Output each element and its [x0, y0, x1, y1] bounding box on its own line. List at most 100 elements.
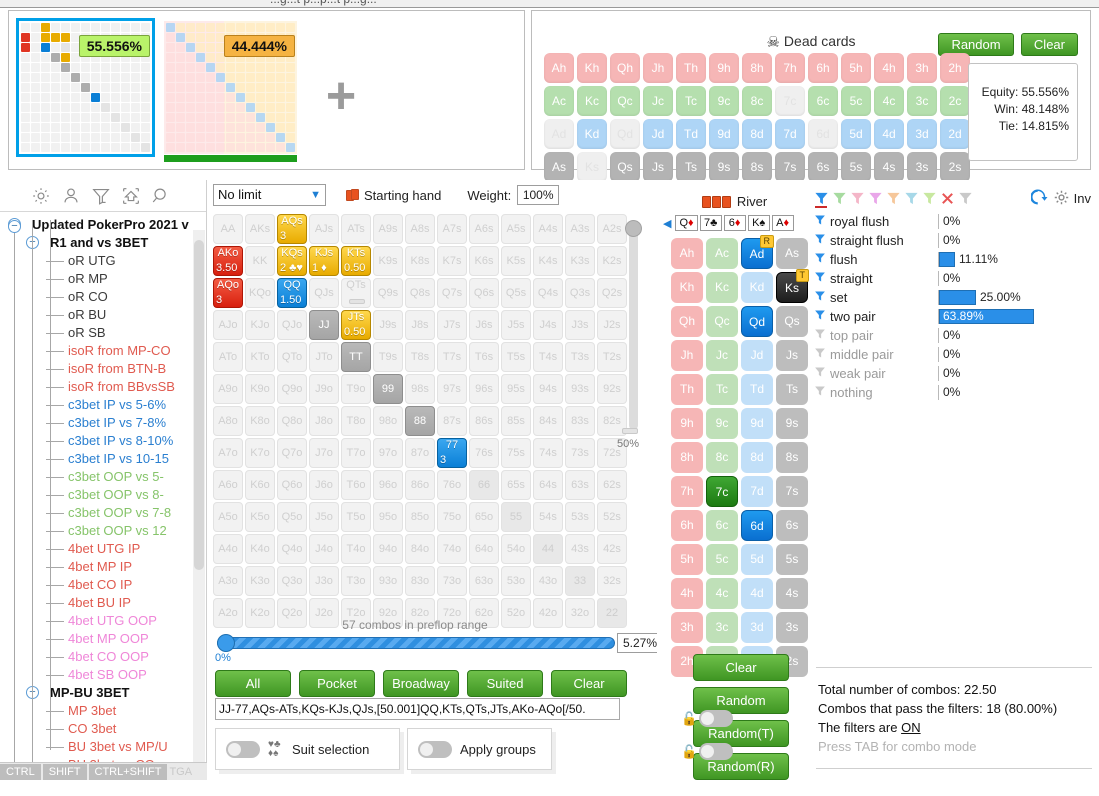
filter-icon[interactable]	[814, 328, 828, 343]
hand-cell-QQ[interactable]: QQ 1.50	[277, 278, 307, 308]
filter-icon[interactable]	[814, 347, 828, 362]
board-card-Qs[interactable]: Qs	[776, 306, 808, 337]
dead-card-5h[interactable]: 5h	[841, 53, 871, 83]
hand-cell-99[interactable]: 99	[373, 374, 403, 404]
hand-cell-J5o[interactable]: J5o	[309, 502, 339, 532]
hand-cell-66[interactable]: 66	[469, 470, 499, 500]
hand-cell-K6s[interactable]: K6s	[469, 246, 499, 276]
hand-cell-86o[interactable]: 86o	[405, 470, 435, 500]
filter-orange-icon[interactable]	[886, 191, 901, 206]
hand-cell-95o[interactable]: 95o	[373, 502, 403, 532]
hand-cell-54o[interactable]: 54o	[501, 534, 531, 564]
hslider-track[interactable]	[217, 637, 615, 649]
dead-card-Ac[interactable]: Ac	[544, 86, 574, 116]
hand-strength-row[interactable]: nothing 0%	[814, 383, 1097, 402]
vslider-knob[interactable]	[625, 220, 642, 237]
hand-cell-83o[interactable]: 83o	[405, 566, 435, 596]
hand-cell-K7s[interactable]: K7s	[437, 246, 467, 276]
hand-cell-A9s[interactable]: A9s	[373, 214, 403, 244]
hand-cell-Q7o[interactable]: Q7o	[277, 438, 307, 468]
add-range-button[interactable]: +	[319, 70, 363, 123]
filter-icon[interactable]	[814, 271, 828, 286]
hand-cell-J5s[interactable]: J5s	[501, 310, 531, 340]
filter-icon[interactable]	[814, 214, 828, 229]
hand-cell-J9o[interactable]: J9o	[309, 374, 339, 404]
filters-state-value[interactable]: ON	[901, 720, 921, 735]
hand-cell-76o[interactable]: 76o	[437, 470, 467, 500]
dead-card-Jd[interactable]: Jd	[643, 119, 673, 149]
limit-select[interactable]: No limit ▼	[213, 184, 326, 206]
board-card-Tc[interactable]: Tc	[706, 374, 738, 405]
dead-card-6s[interactable]: 6s	[808, 152, 838, 182]
tree-item-c3bet-oop-vs-7-8[interactable]: c3bet OOP vs 7-8	[0, 504, 206, 522]
tree-item-c3bet-ip-vs-5-6-[interactable]: c3bet IP vs 5-6%	[0, 396, 206, 414]
hand-cell-A5o[interactable]: A5o	[213, 502, 243, 532]
filter-pink-icon[interactable]	[850, 191, 865, 206]
board-slot-1[interactable]: Q♦	[675, 215, 698, 231]
tree-item-4bet-mp-oop[interactable]: 4bet MP OOP	[0, 630, 206, 648]
filter-icon[interactable]	[814, 290, 828, 305]
dead-card-5c[interactable]: 5c	[841, 86, 871, 116]
hand-cell-J8s[interactable]: J8s	[405, 310, 435, 340]
hand-cell-55[interactable]: 55	[501, 502, 531, 532]
hand-strength-row[interactable]: middle pair 0%	[814, 345, 1097, 364]
apply-groups-toggle[interactable]	[418, 740, 452, 758]
hand-cell-A6s[interactable]: A6s	[469, 214, 499, 244]
dead-card-4s[interactable]: 4s	[874, 152, 904, 182]
tree-item-mp-3bet[interactable]: MP 3bet	[0, 702, 206, 720]
filter-green-icon[interactable]	[832, 191, 847, 206]
board-card-Jd[interactable]: Jd	[741, 340, 773, 371]
quick-button-clear[interactable]: Clear	[551, 670, 627, 697]
weight-input[interactable]: 100%	[517, 185, 560, 205]
hand-cell-T3o[interactable]: T3o	[341, 566, 371, 596]
range-percent-slider[interactable]	[217, 634, 615, 652]
dead-card-3h[interactable]: 3h	[907, 53, 937, 83]
board-card-Ac[interactable]: Ac	[706, 238, 738, 269]
hand-cell-85s[interactable]: 85s	[501, 406, 531, 436]
hand-cell-Q6o[interactable]: Q6o	[277, 470, 307, 500]
hand-cell-93s[interactable]: 93s	[565, 374, 595, 404]
hand-cell-A4s[interactable]: A4s	[533, 214, 563, 244]
hand-cell-KK[interactable]: KK	[245, 246, 275, 276]
hand-cell-T4o[interactable]: T4o	[341, 534, 371, 564]
dead-card-5d[interactable]: 5d	[841, 119, 871, 149]
board-card-7h[interactable]: 7h	[671, 476, 703, 507]
board-card-Qc[interactable]: Qc	[706, 306, 738, 337]
hand-cell-T4s[interactable]: T4s	[533, 342, 563, 372]
quick-button-broadway[interactable]: Broadway	[383, 670, 459, 697]
hand-cell-T6s[interactable]: T6s	[469, 342, 499, 372]
board-card-7s[interactable]: 7s	[776, 476, 808, 507]
hand-cell-Q7s[interactable]: Q7s	[437, 278, 467, 308]
dead-card-7c[interactable]: 7c	[775, 86, 805, 116]
hand-cell-Q8o[interactable]: Q8o	[277, 406, 307, 436]
hand-cell-33[interactable]: 33	[565, 566, 595, 596]
board-card-Ks[interactable]: Ks T	[776, 269, 809, 303]
hand-cell-98o[interactable]: 98o	[373, 406, 403, 436]
dead-card-9s[interactable]: 9s	[709, 152, 739, 182]
dead-card-Tc[interactable]: Tc	[676, 86, 706, 116]
weight-vertical-slider[interactable]	[623, 218, 645, 433]
tree-item-4bet-co-ip[interactable]: 4bet CO IP	[0, 576, 206, 594]
hand-strength-row[interactable]: set 25.00%	[814, 288, 1097, 307]
tree-item-r1-and-vs-3bet[interactable]: − R1 and vs 3BET	[0, 234, 206, 252]
hand-cell-KTo[interactable]: KTo	[245, 342, 275, 372]
inv-label[interactable]: Inv	[1074, 191, 1091, 206]
filter-icon[interactable]	[814, 233, 828, 248]
tree-item-4bet-mp-ip[interactable]: 4bet MP IP	[0, 558, 206, 576]
board-card-Ah[interactable]: Ah	[671, 238, 703, 269]
hand-cell-J8o[interactable]: J8o	[309, 406, 339, 436]
hand-cell-44[interactable]: 44	[533, 534, 563, 564]
dead-card-8c[interactable]: 8c	[742, 86, 772, 116]
hand-cell-87s[interactable]: 87s	[437, 406, 467, 436]
hand-cell-A7s[interactable]: A7s	[437, 214, 467, 244]
hand-cell-J6s[interactable]: J6s	[469, 310, 499, 340]
board-card-Qd[interactable]: Qd	[741, 306, 773, 337]
hand-cell-K6o[interactable]: K6o	[245, 470, 275, 500]
vslider-track[interactable]	[629, 230, 638, 430]
export-icon[interactable]	[120, 185, 142, 207]
hand-cell-A9o[interactable]: A9o	[213, 374, 243, 404]
suit-selection-toggle[interactable]	[226, 740, 260, 758]
filter-icon[interactable]	[814, 252, 828, 267]
board-card-Jc[interactable]: Jc	[706, 340, 738, 371]
tree-item-or-co[interactable]: oR CO	[0, 288, 206, 306]
